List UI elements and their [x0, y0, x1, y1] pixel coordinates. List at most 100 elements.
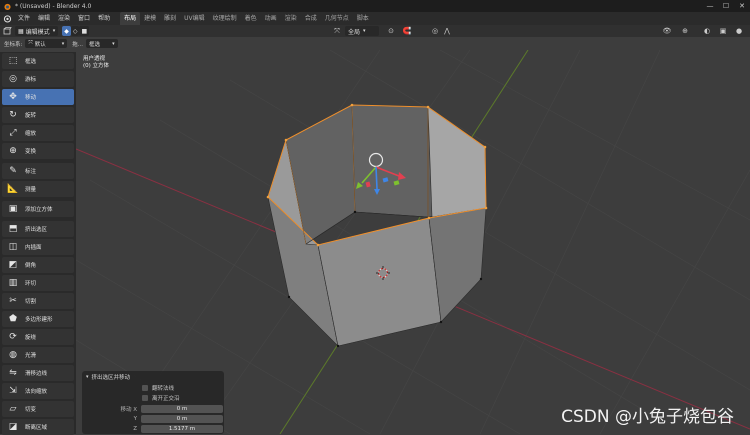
- transform-orientation-icon: ⤧: [334, 26, 340, 35]
- tool-move[interactable]: ✥ 移动: [2, 89, 74, 105]
- tool-annotate[interactable]: ✎ 标注: [2, 163, 74, 179]
- viewport-header: ▦ 编辑模式 ▾ ◆ ◇ ■ 视图 选择 添加 网格 顶点 边 面 UV ⤧ 全…: [0, 25, 750, 59]
- dissolve-orthogonal-checkbox[interactable]: 离开正交沿: [142, 393, 224, 403]
- tab-layout[interactable]: 布局: [120, 12, 141, 25]
- move-x-field[interactable]: 移动 X 0 m: [82, 404, 224, 413]
- spin-icon: ⟳: [9, 332, 17, 342]
- tool-label: 移动: [25, 95, 37, 101]
- coord-system-icon: ⤧: [28, 40, 33, 46]
- tool-transform[interactable]: ⊕ 变换: [2, 143, 74, 159]
- tool-cursor[interactable]: ◎ 游标: [2, 71, 74, 87]
- tool-label: 添加立方体: [25, 207, 53, 213]
- shear-icon: ▱: [9, 404, 17, 414]
- checkbox-box[interactable]: [142, 385, 148, 391]
- poly-build-icon: ⬟: [9, 314, 17, 324]
- tool-smooth[interactable]: ◍ 光滑: [2, 347, 74, 363]
- field-value[interactable]: 0 m: [141, 404, 223, 413]
- minimize-icon[interactable]: —: [702, 0, 718, 12]
- object-name: (0) 立方体: [83, 63, 110, 69]
- tool-loop-cut[interactable]: ▥ 环切: [2, 275, 74, 291]
- tool-label: 法向缩放: [25, 389, 48, 395]
- drag-dropdown[interactable]: 框选 ▾: [86, 39, 118, 48]
- tool-extrude[interactable]: ⬒ 挤出选区: [2, 221, 74, 237]
- move-z-field[interactable]: Z 1.5177 m: [82, 424, 224, 433]
- tool-poly-build[interactable]: ⬟ 多边形建形: [2, 311, 74, 327]
- tool-label: 旋转: [25, 113, 37, 119]
- smooth-icon: ◍: [9, 350, 17, 360]
- tab-compositing[interactable]: 合成: [301, 12, 321, 25]
- tool-scale[interactable]: ⤢ 缩放: [2, 125, 74, 141]
- tool-measure[interactable]: 📐 测量: [2, 181, 74, 197]
- operator-title: 挤出选区并移动: [91, 375, 131, 381]
- menu-window[interactable]: 窗口: [74, 12, 94, 25]
- menu-file[interactable]: 文件: [14, 12, 34, 25]
- blender-menu-icon[interactable]: [0, 12, 14, 25]
- transform-orientation-dropdown[interactable]: 全局 ▾: [345, 26, 379, 36]
- tool-inset[interactable]: ◫ 内插面: [2, 239, 74, 255]
- tab-modeling[interactable]: 建模: [140, 12, 160, 25]
- tool-select-box[interactable]: ⬚ 框选: [2, 53, 74, 69]
- editor-type-icon[interactable]: [2, 26, 12, 36]
- tab-uv-editing[interactable]: UV编辑: [180, 12, 209, 25]
- pivot-point-icon[interactable]: ⊙: [386, 26, 396, 36]
- tab-texture-paint[interactable]: 纹理绘制: [209, 12, 241, 25]
- tab-geometry-nodes[interactable]: 几何节点: [321, 12, 353, 25]
- visibility-icon[interactable]: 👁: [662, 26, 672, 36]
- menu-render[interactable]: 渲染: [54, 12, 74, 25]
- tool-bevel[interactable]: ◩ 倒角: [2, 257, 74, 273]
- proportional-edit-icon[interactable]: ◎: [430, 26, 440, 36]
- menu-help[interactable]: 帮助: [94, 12, 114, 25]
- field-value[interactable]: 0 m: [141, 414, 223, 423]
- coord-system-dropdown[interactable]: ⤧ 默认 ▾: [25, 39, 68, 48]
- tool-label: 测量: [25, 187, 37, 193]
- tab-shading[interactable]: 着色: [241, 12, 261, 25]
- tab-rendering[interactable]: 渲染: [281, 12, 301, 25]
- tab-scripting[interactable]: 脚本: [353, 12, 373, 25]
- tool-shear[interactable]: ▱ 切变: [2, 401, 74, 417]
- chevron-down-icon: ▾: [363, 28, 366, 34]
- tool-knife[interactable]: ✂ 切割: [2, 293, 74, 309]
- tool-label: 滑移边线: [25, 371, 48, 377]
- gizmo-toggle-icon[interactable]: ⊕: [680, 26, 690, 36]
- xray-toggle-icon[interactable]: ▣: [718, 26, 728, 36]
- face-select-button[interactable]: ■: [79, 26, 90, 36]
- close-icon[interactable]: ✕: [734, 0, 750, 12]
- tool-rotate[interactable]: ↻ 旋转: [2, 107, 74, 123]
- add-cube-icon: ▣: [8, 204, 18, 214]
- tab-animation[interactable]: 动画: [261, 12, 281, 25]
- move-y-field[interactable]: Y 0 m: [82, 414, 224, 423]
- falloff-icon[interactable]: ⋀: [442, 26, 452, 36]
- move-icon: ✥: [9, 92, 17, 102]
- tab-sculpting[interactable]: 雕刻: [160, 12, 180, 25]
- snap-icon[interactable]: 🧲: [402, 26, 412, 36]
- tool-label: 标注: [25, 169, 37, 175]
- checkbox-box[interactable]: [142, 395, 148, 401]
- maximize-icon[interactable]: ☐: [718, 0, 734, 12]
- tool-shrink-fatten[interactable]: ⇲ 法向缩放: [2, 383, 74, 399]
- tool-edge-slide[interactable]: ⇋ 滑移边线: [2, 365, 74, 381]
- tool-add-cube[interactable]: ▣ 添加立方体: [2, 201, 74, 217]
- menu-bar: 文件 编辑 渲染 窗口 帮助 布局 建模 雕刻 UV编辑 纹理绘制 着色 动画 …: [0, 12, 750, 25]
- extrude-icon: ⬒: [8, 224, 18, 234]
- menu-edit[interactable]: 编辑: [34, 12, 54, 25]
- rotate-icon: ↻: [9, 110, 17, 120]
- tool-rip-region[interactable]: ◪ 断离区域: [2, 419, 74, 435]
- mode-dropdown[interactable]: ▦ 编辑模式 ▾: [15, 26, 59, 36]
- tool-spin[interactable]: ⟳ 旋绕: [2, 329, 74, 345]
- view-name: 用户透视: [83, 56, 106, 62]
- flip-normals-checkbox[interactable]: 翻转法线: [142, 383, 224, 393]
- operator-panel-header[interactable]: ▾ 挤出选区并移动: [82, 371, 224, 383]
- chevron-down-icon: ▾: [112, 40, 115, 47]
- edge-select-button[interactable]: ◇: [70, 26, 80, 36]
- shading-solid-icon[interactable]: ●: [734, 26, 744, 36]
- window-title: * (Unsaved) - Blender 4.0: [15, 2, 92, 10]
- edit-mode-icon: ▦: [18, 27, 24, 35]
- chevron-down-icon: ▾: [61, 40, 65, 47]
- vertex-select-button[interactable]: ◆: [62, 26, 71, 36]
- field-value[interactable]: 1.5177 m: [141, 424, 223, 433]
- rip-region-icon: ◪: [8, 422, 18, 432]
- operator-panel[interactable]: ▾ 挤出选区并移动 翻转法线 离开正交沿 移动 X 0 m Y 0 m Z 1.…: [82, 371, 224, 434]
- measure-icon: 📐: [7, 184, 19, 194]
- cursor-icon: ◎: [9, 74, 17, 84]
- overlay-toggle-icon[interactable]: ◐: [702, 26, 712, 36]
